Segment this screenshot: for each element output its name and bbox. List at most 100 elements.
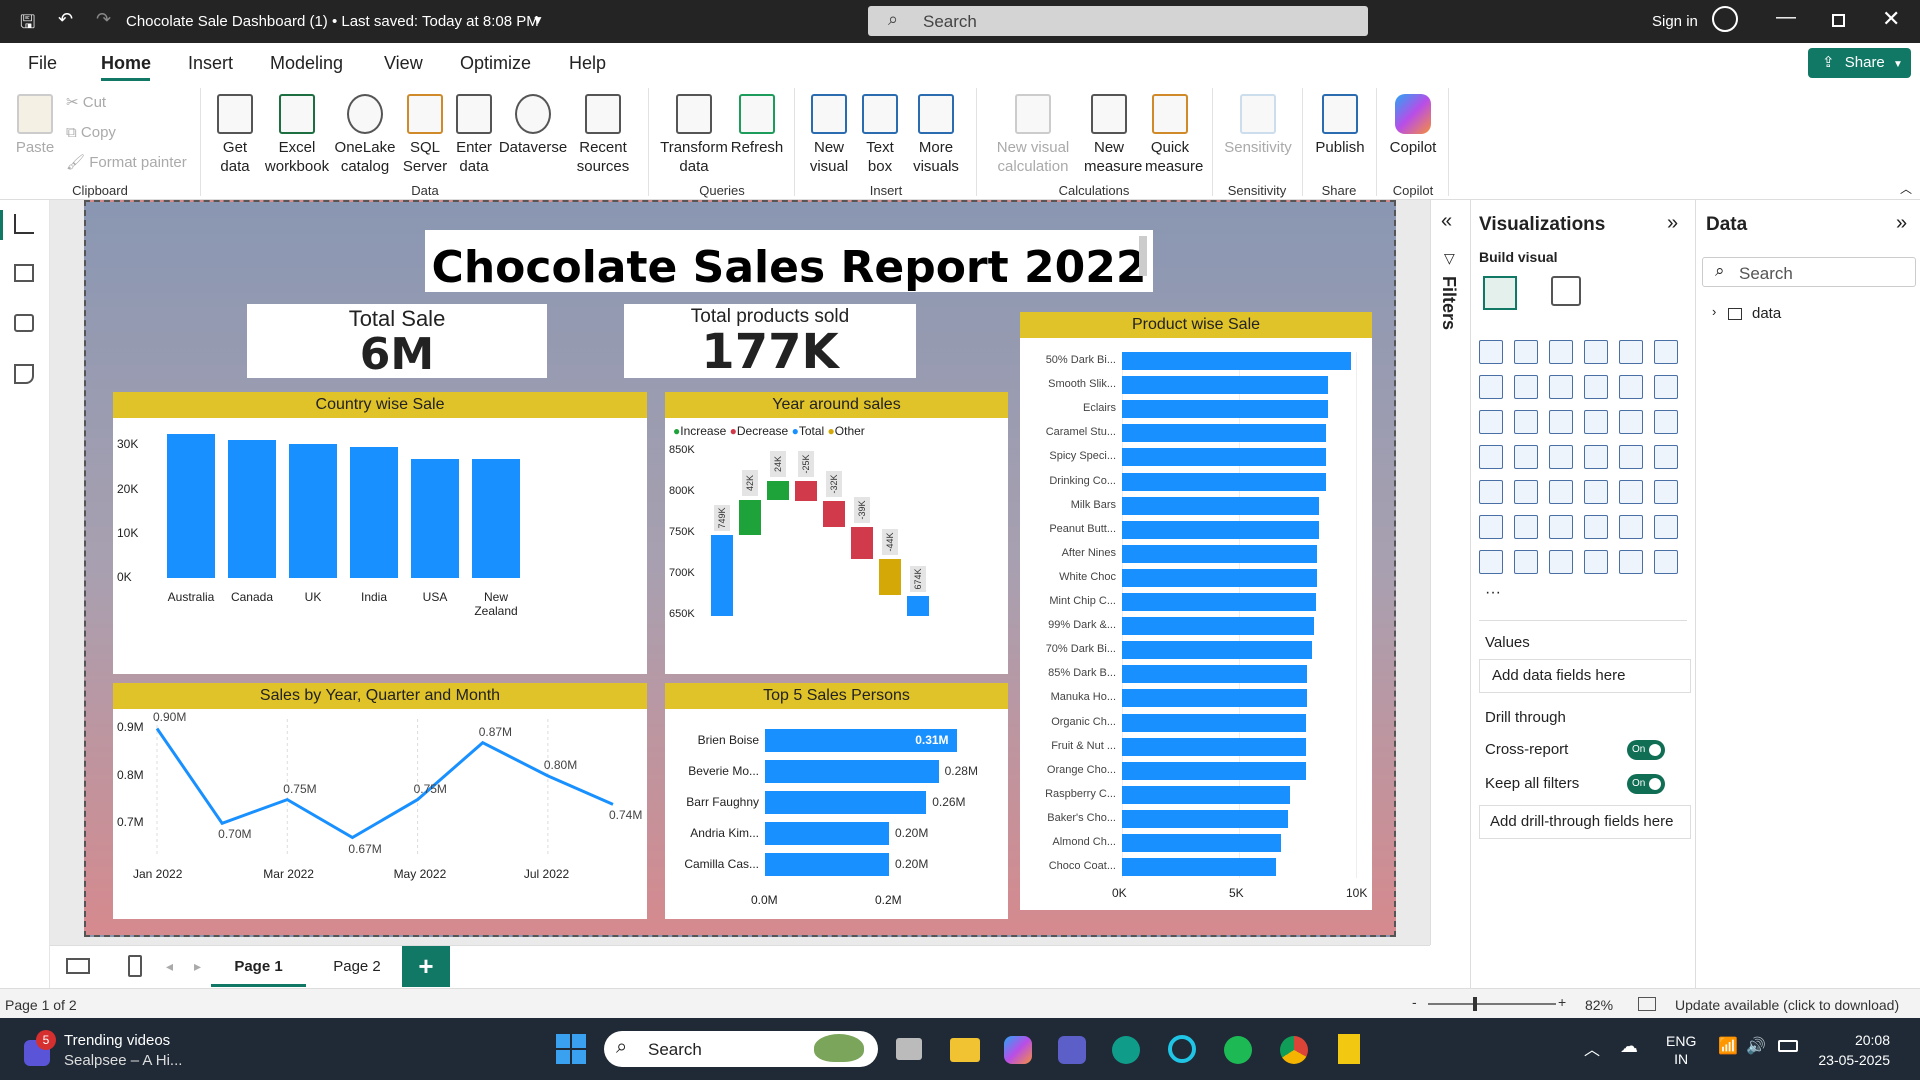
slicer-icon[interactable] xyxy=(1549,480,1573,504)
publish-button[interactable]: Publish xyxy=(1310,94,1370,157)
table-icon[interactable] xyxy=(1584,480,1608,504)
matrix-icon[interactable] xyxy=(1619,480,1643,504)
title-dropdown-icon[interactable]: ▼ xyxy=(532,13,544,27)
waterfall-bar[interactable] xyxy=(851,527,873,560)
paste-button[interactable]: Paste xyxy=(14,94,56,157)
power-automate-icon[interactable] xyxy=(1549,550,1573,574)
decomp-tree-icon[interactable] xyxy=(1549,515,1573,539)
file-explorer-icon[interactable] xyxy=(950,1038,980,1062)
menu-home[interactable]: Home xyxy=(101,53,151,74)
menu-optimize[interactable]: Optimize xyxy=(460,53,531,74)
new-measure-button[interactable]: New measure xyxy=(1082,94,1142,176)
save-icon[interactable]: 🖫 xyxy=(20,10,35,40)
account-icon[interactable] xyxy=(1712,6,1738,32)
alexa-icon[interactable] xyxy=(1168,1035,1196,1063)
waterfall-chart-card[interactable]: Year around sales ●Increase ●Decrease ●T… xyxy=(665,392,1008,674)
data-table-item[interactable]: data xyxy=(1752,305,1781,322)
r-visual-icon[interactable] xyxy=(1654,480,1678,504)
bar[interactable] xyxy=(1122,544,1318,563)
zoom-in-icon[interactable]: + xyxy=(1558,994,1566,1010)
stacked-area-icon[interactable] xyxy=(1549,375,1573,399)
clustered-bar-icon[interactable] xyxy=(1549,340,1573,364)
menu-modeling[interactable]: Modeling xyxy=(270,53,343,74)
bar[interactable] xyxy=(1122,641,1312,660)
pie-icon[interactable] xyxy=(1619,410,1643,434)
bar[interactable] xyxy=(1122,713,1306,732)
series-line[interactable] xyxy=(155,727,614,840)
bar[interactable] xyxy=(472,459,520,578)
window-title[interactable]: Chocolate Sale Dashboard (1) • Last save… xyxy=(126,13,539,30)
product-chart-card[interactable]: Product wise Sale 0K 5K 10K 50% Dark Bi... S… xyxy=(1020,312,1372,910)
gauge-icon[interactable] xyxy=(1619,445,1643,469)
kpi-icon[interactable] xyxy=(1514,480,1538,504)
bar[interactable] xyxy=(1122,424,1326,443)
waterfall-bar[interactable] xyxy=(739,500,761,535)
data-search-input[interactable]: ⌕ Search xyxy=(1702,257,1916,287)
clock[interactable]: 20:08 23-05-2025 xyxy=(1818,1030,1890,1070)
treemap-icon[interactable] xyxy=(1479,445,1503,469)
redo-icon[interactable]: ↷ xyxy=(96,9,111,30)
zoom-slider[interactable] xyxy=(1428,997,1556,1011)
format-painter-button[interactable]: 🖌 Format painter xyxy=(66,153,187,172)
onelake-button[interactable]: OneLake catalog xyxy=(332,94,398,176)
qa-icon[interactable] xyxy=(1584,515,1608,539)
copy-button[interactable]: ⧉ Copy xyxy=(66,123,116,142)
waterfall-bar[interactable] xyxy=(711,534,733,616)
refresh-button[interactable]: Refresh xyxy=(728,94,786,157)
zoom-out-icon[interactable]: - xyxy=(1412,994,1417,1010)
line-clustered-icon[interactable] xyxy=(1654,375,1678,399)
dataverse-button[interactable]: Dataverse xyxy=(498,94,568,157)
area-icon[interactable] xyxy=(1514,375,1538,399)
line-column-icon[interactable] xyxy=(1619,375,1643,399)
undo-icon[interactable]: ↶ xyxy=(58,9,73,30)
expand-table-icon[interactable]: › xyxy=(1712,304,1716,319)
narrative-icon[interactable] xyxy=(1619,515,1643,539)
ribbon-icon[interactable] xyxy=(1479,410,1503,434)
model-view-icon[interactable] xyxy=(14,314,34,332)
filled-map-icon[interactable] xyxy=(1549,445,1573,469)
volume-icon[interactable]: 🔊 xyxy=(1746,1036,1766,1056)
trending-title[interactable]: Trending videos xyxy=(64,1032,170,1049)
expand-filters-icon[interactable]: « xyxy=(1441,210,1452,233)
top5-chart-card[interactable]: Top 5 Sales Persons Brien Boise 0.31M Beve… xyxy=(665,683,1008,919)
quick-measure-button[interactable]: Quick measure xyxy=(1138,94,1203,176)
arcgis-icon[interactable] xyxy=(1654,550,1678,574)
bar[interactable] xyxy=(1122,352,1352,370)
bar[interactable] xyxy=(1122,568,1318,587)
desktop-layout-icon[interactable] xyxy=(66,958,90,974)
kpi-total-sale[interactable]: Total Sale 6M xyxy=(247,304,547,378)
map-icon[interactable] xyxy=(1514,445,1538,469)
menu-help[interactable]: Help xyxy=(569,53,606,74)
collapse-data-icon[interactable]: » xyxy=(1896,212,1907,235)
line-icon[interactable] xyxy=(1479,375,1503,399)
funnel-icon[interactable] xyxy=(1549,410,1573,434)
tab-page-1[interactable]: Page 1 xyxy=(211,946,306,987)
kpi-total-products[interactable]: Total products sold 177K xyxy=(624,304,916,378)
cut-button[interactable]: ✂ Cut xyxy=(66,93,106,112)
bar[interactable] xyxy=(1122,617,1314,636)
wifi-icon[interactable]: 📶 xyxy=(1718,1036,1738,1056)
python-visual-icon[interactable] xyxy=(1479,515,1503,539)
drill-through-field-well[interactable]: Add drill-through fields here xyxy=(1479,805,1691,839)
share-button[interactable]: ⇪ Share ▼ xyxy=(1808,48,1911,78)
values-field-well[interactable]: Add data fields here xyxy=(1479,659,1691,693)
bar[interactable] xyxy=(289,444,337,578)
start-button[interactable] xyxy=(556,1034,586,1064)
stacked-column-icon[interactable] xyxy=(1514,340,1538,364)
bar[interactable] xyxy=(765,791,927,814)
show-hidden-icons[interactable]: ︿ xyxy=(1584,1036,1600,1060)
stacked-bar-icon[interactable] xyxy=(1479,340,1503,364)
maximize-icon[interactable] xyxy=(1832,14,1845,27)
more-visuals-ellipsis[interactable]: ··· xyxy=(1485,584,1501,602)
sql-server-button[interactable]: SQL Server xyxy=(400,94,450,176)
bar[interactable] xyxy=(167,434,215,578)
table-view-icon[interactable] xyxy=(14,264,34,282)
spotify-icon[interactable] xyxy=(1224,1036,1252,1064)
new-visual-button[interactable]: New visual xyxy=(804,94,854,176)
get-data-button[interactable]: Get data xyxy=(210,94,260,176)
edge-icon[interactable] xyxy=(1112,1036,1140,1064)
bar[interactable] xyxy=(1122,400,1328,419)
task-view-icon[interactable] xyxy=(896,1038,922,1060)
bar[interactable] xyxy=(1122,858,1277,877)
bar[interactable] xyxy=(765,760,939,783)
